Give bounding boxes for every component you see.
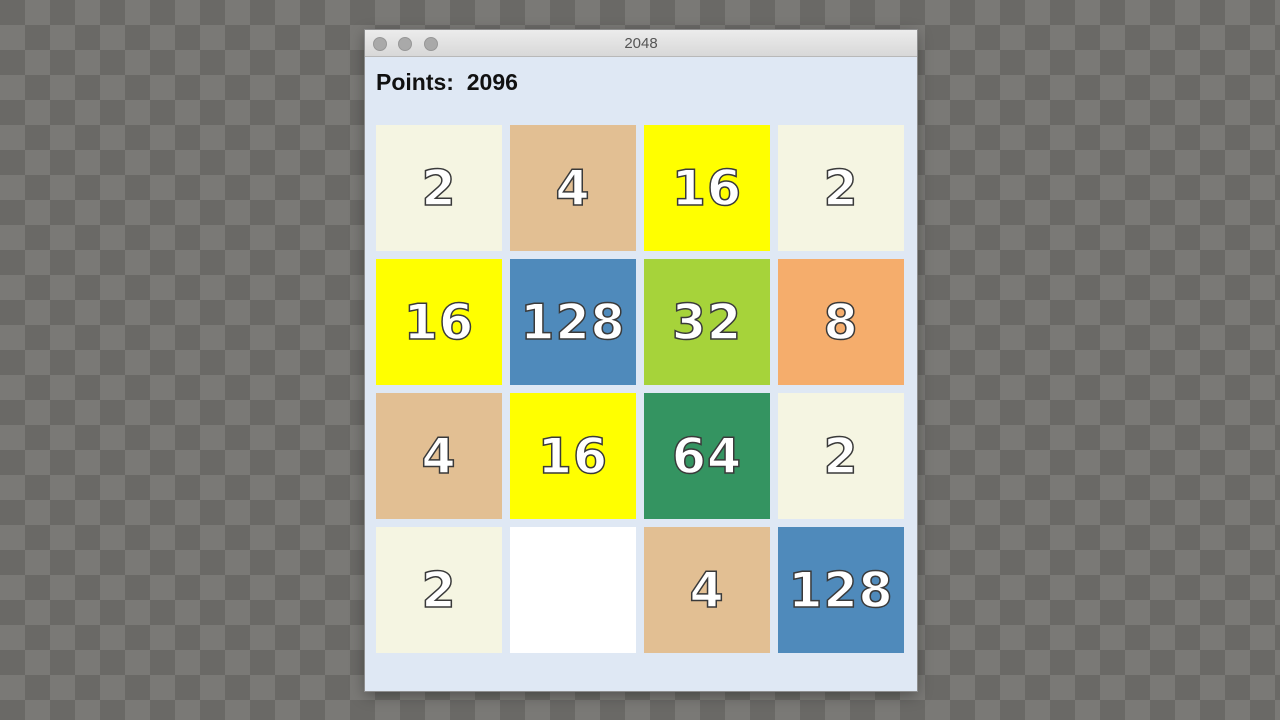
score-value: 2096 — [466, 69, 518, 95]
tile-value: 64 — [671, 427, 743, 486]
tile-value: 2 — [823, 427, 859, 486]
title-bar: 2048 — [365, 30, 917, 57]
tile: 128 — [778, 527, 904, 653]
tile-value: 4 — [689, 561, 725, 620]
tile: 2 — [778, 125, 904, 251]
tile-value: 16 — [537, 427, 609, 486]
tile-value: 16 — [403, 293, 475, 352]
game-window: 2048 Points: 2096 2 4 16 2 16 128 32 8 4… — [365, 30, 917, 691]
score-label: Points: — [376, 69, 454, 95]
tile: 64 — [644, 393, 770, 519]
tile-value: 2 — [421, 159, 457, 218]
tile-value: 2 — [823, 159, 859, 218]
game-board[interactable]: 2 4 16 2 16 128 32 8 4 16 64 2 2 4 128 — [376, 125, 906, 655]
tile: 8 — [778, 259, 904, 385]
score-display: Points: 2096 — [376, 69, 518, 96]
tile: 32 — [644, 259, 770, 385]
tile: 2 — [376, 125, 502, 251]
tile: 4 — [644, 527, 770, 653]
tile-value: 4 — [421, 427, 457, 486]
window-title: 2048 — [624, 35, 658, 52]
tile-value: 2 — [421, 561, 457, 620]
tile: 16 — [510, 393, 636, 519]
tile: 4 — [376, 393, 502, 519]
tile-value: 32 — [671, 293, 743, 352]
tile: 2 — [376, 527, 502, 653]
tile-value: 128 — [520, 293, 626, 352]
tile-value: 128 — [788, 561, 894, 620]
tile-value: 8 — [823, 293, 859, 352]
tile-value: 16 — [671, 159, 743, 218]
tile: 2 — [778, 393, 904, 519]
tile: 16 — [376, 259, 502, 385]
tile-value: 4 — [555, 159, 591, 218]
tile: 128 — [510, 259, 636, 385]
tile: 16 — [644, 125, 770, 251]
empty-tile — [510, 527, 636, 653]
tile: 4 — [510, 125, 636, 251]
